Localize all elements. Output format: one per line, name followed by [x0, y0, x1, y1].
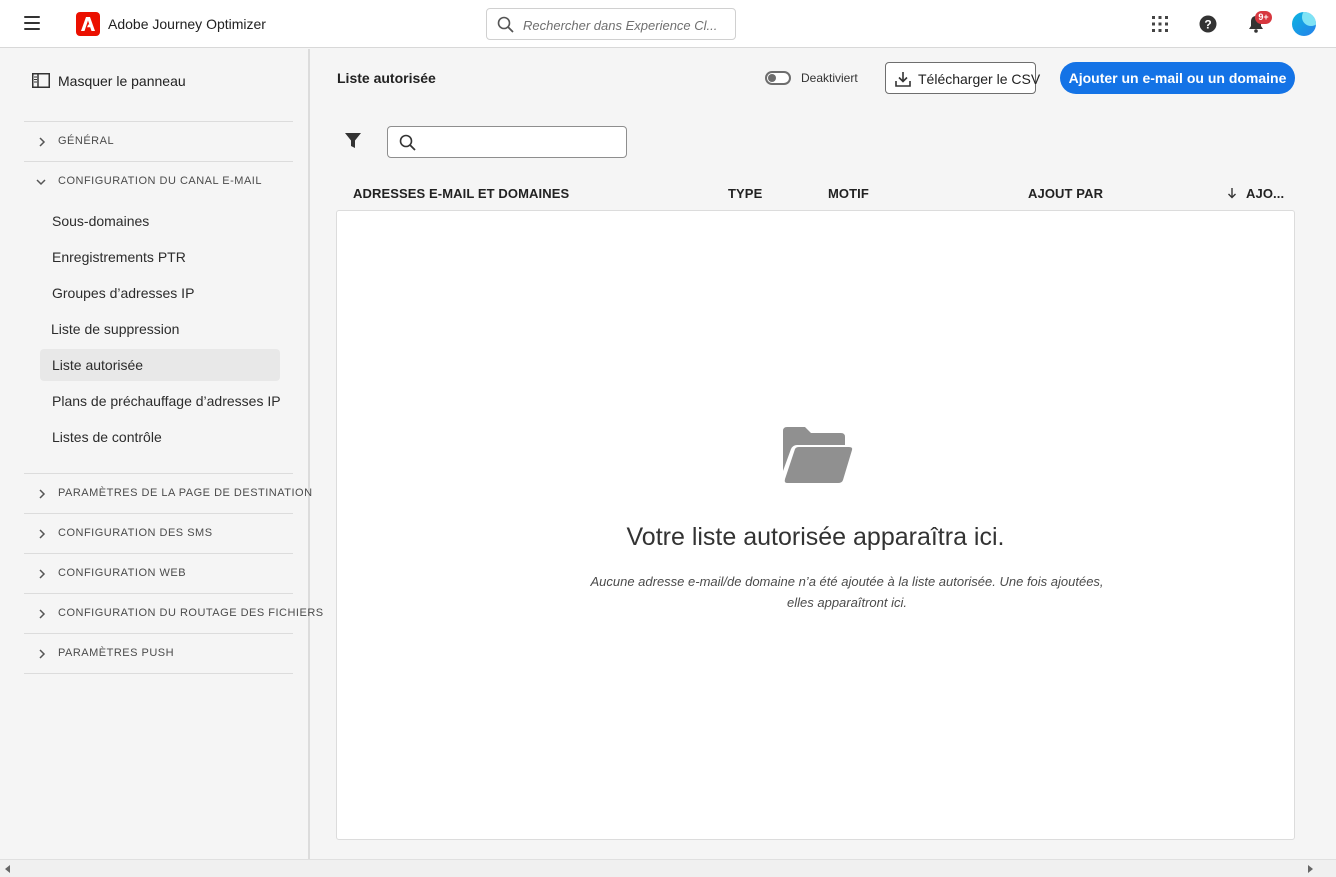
section-web-configuration[interactable]: CONFIGURATION WEB [24, 553, 293, 593]
section-file-routing-configuration[interactable]: CONFIGURATION DU ROUTAGE DES FICHIERS [24, 593, 323, 633]
section-label: PARAMÈTRES DE LA PAGE DE DESTINATION [58, 487, 313, 499]
sidebar-item-label: Liste autorisée [52, 357, 144, 373]
sidebar-item-allowed-list[interactable]: Liste autorisée [40, 349, 280, 381]
chevron-right-icon [39, 649, 46, 659]
section-label: CONFIGURATION DU CANAL E-MAIL [58, 175, 262, 187]
global-search[interactable] [486, 8, 736, 40]
section-label: PARAMÈTRES PUSH [58, 647, 175, 659]
section-label: GÉNÉRAL [58, 135, 115, 147]
folder-open-icon [783, 427, 853, 483]
global-search-input[interactable] [523, 15, 723, 35]
sidebar-item-seed-lists[interactable]: Listes de contrôle [40, 421, 280, 453]
section-label: CONFIGURATION WEB [58, 567, 187, 579]
filter-icon[interactable] [344, 132, 362, 150]
column-header-type[interactable]: TYPE [728, 186, 762, 201]
allowed-list-toggle[interactable] [765, 71, 791, 85]
section-label: CONFIGURATION DU ROUTAGE DES FICHIERS [58, 607, 324, 619]
section-general[interactable]: GÉNÉRAL [24, 121, 293, 161]
help-icon[interactable]: ? [1196, 12, 1220, 36]
panel-icon [32, 73, 50, 88]
horizontal-scrollbar[interactable] [0, 859, 1336, 877]
sidebar-item-subdomains[interactable]: Sous-domaines [40, 205, 280, 237]
svg-text:?: ? [1204, 18, 1211, 32]
apps-grid-icon[interactable] [1148, 12, 1172, 36]
search-icon [399, 134, 416, 151]
chevron-right-icon [39, 137, 46, 147]
download-csv-button[interactable]: Télécharger le CSV [885, 62, 1040, 94]
sidebar-item-label: Listes de contrôle [52, 429, 162, 445]
section-label: CONFIGURATION DES SMS [58, 527, 213, 539]
chevron-right-icon [39, 569, 46, 579]
scroll-right-arrow-icon[interactable] [1307, 865, 1313, 873]
sort-descending-icon[interactable] [1227, 187, 1237, 199]
column-header-added-on[interactable]: AJO... [1246, 186, 1284, 201]
column-header-added-by[interactable]: AJOUT PAR [1028, 186, 1103, 201]
sidebar-divider [24, 673, 293, 674]
top-bar: Adobe Journey Optimizer ? 9+ [0, 0, 1336, 48]
app-title[interactable]: Adobe Journey Optimizer [108, 16, 266, 32]
chevron-right-icon [39, 489, 46, 499]
settings-sidebar: Masquer le panneau GÉNÉRAL CONFIGURATION… [0, 49, 323, 859]
scroll-left-arrow-icon[interactable] [5, 865, 11, 873]
column-header-reason[interactable]: MOTIF [828, 186, 869, 201]
toggle-label: Deaktiviert [801, 71, 858, 85]
section-push-settings[interactable]: PARAMÈTRES PUSH [24, 633, 293, 673]
hide-panel-label: Masquer le panneau [58, 73, 186, 89]
notification-count-badge: 9+ [1255, 11, 1272, 24]
chevron-right-icon [39, 529, 46, 539]
section-sms-configuration[interactable]: CONFIGURATION DES SMS [24, 513, 293, 553]
sidebar-item-ip-pools[interactable]: Groupes d’adresses IP [40, 277, 280, 309]
download-icon [895, 72, 911, 87]
sidebar-item-label: Sous-domaines [52, 213, 150, 229]
chevron-right-icon [39, 609, 46, 619]
empty-state-title: Votre liste autorisée apparaîtra ici. [626, 523, 1005, 551]
empty-state-description: Aucune adresse e-mail/de domaine n’a été… [590, 574, 1104, 610]
page-title: Liste autorisée [337, 70, 436, 86]
add-email-or-domain-button[interactable]: Ajouter un e-mail ou un domaine [1060, 62, 1295, 94]
section-email-channel[interactable]: CONFIGURATION DU CANAL E-MAIL [24, 161, 293, 201]
user-avatar[interactable] [1292, 12, 1316, 36]
table-search-input[interactable] [424, 133, 619, 153]
table-body: Votre liste autorisée apparaîtra ici. Au… [336, 210, 1295, 840]
table-search[interactable] [387, 126, 627, 158]
menu-icon[interactable] [24, 16, 40, 30]
sidebar-item-label: Liste de suppression [51, 321, 180, 337]
download-csv-label: Télécharger le CSV [918, 71, 1041, 87]
search-icon [497, 16, 514, 33]
adobe-logo-icon[interactable] [76, 12, 100, 36]
sidebar-item-label: Groupes d’adresses IP [52, 285, 195, 301]
section-landing-page-settings[interactable]: PARAMÈTRES DE LA PAGE DE DESTINATION [24, 473, 312, 513]
sidebar-item-ptr-records[interactable]: Enregistrements PTR [40, 241, 280, 273]
column-header-addresses[interactable]: ADRESSES E-MAIL ET DOMAINES [353, 186, 569, 201]
chevron-down-icon [36, 179, 46, 186]
sidebar-item-ip-warmup-plans[interactable]: Plans de préchauffage d’adresses IP [40, 385, 281, 417]
sidebar-item-label: Enregistrements PTR [52, 249, 186, 265]
sidebar-item-label: Plans de préchauffage d’adresses IP [52, 393, 281, 409]
sidebar-item-suppression-list[interactable]: Liste de suppression [40, 313, 280, 345]
